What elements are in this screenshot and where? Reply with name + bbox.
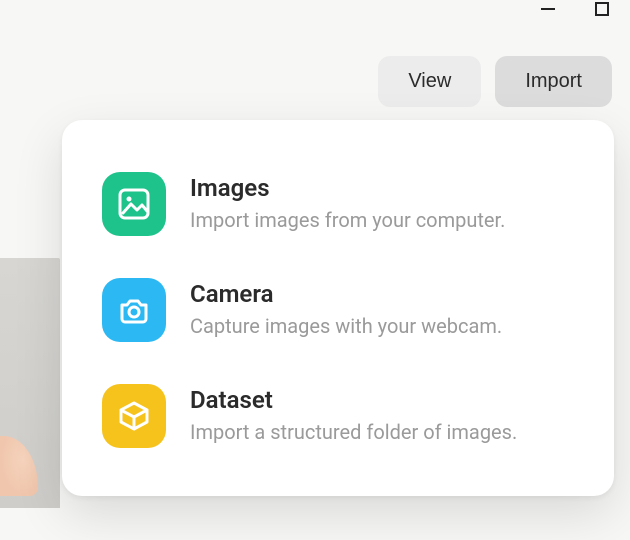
option-description: Capture images with your webcam. bbox=[190, 313, 502, 340]
minimize-icon[interactable] bbox=[530, 0, 566, 18]
option-title: Images bbox=[190, 174, 505, 203]
option-images[interactable]: Images Import images from your computer. bbox=[102, 172, 568, 236]
camera-icon bbox=[102, 278, 166, 342]
cube-icon bbox=[102, 384, 166, 448]
maximize-icon[interactable] bbox=[584, 0, 620, 18]
import-button[interactable]: Import bbox=[495, 56, 612, 107]
option-camera[interactable]: Camera Capture images with your webcam. bbox=[102, 278, 568, 342]
option-title: Dataset bbox=[190, 386, 517, 415]
image-icon bbox=[102, 172, 166, 236]
option-description: Import images from your computer. bbox=[190, 207, 505, 234]
option-camera-text: Camera Capture images with your webcam. bbox=[190, 278, 502, 340]
option-description: Import a structured folder of images. bbox=[190, 419, 517, 446]
option-dataset[interactable]: Dataset Import a structured folder of im… bbox=[102, 384, 568, 448]
view-button[interactable]: View bbox=[378, 56, 481, 107]
option-dataset-text: Dataset Import a structured folder of im… bbox=[190, 384, 517, 446]
option-images-text: Images Import images from your computer. bbox=[190, 172, 505, 234]
window-controls bbox=[530, 0, 630, 18]
toolbar: View Import bbox=[378, 56, 612, 107]
option-title: Camera bbox=[190, 280, 502, 309]
import-popover: Images Import images from your computer.… bbox=[62, 120, 614, 496]
